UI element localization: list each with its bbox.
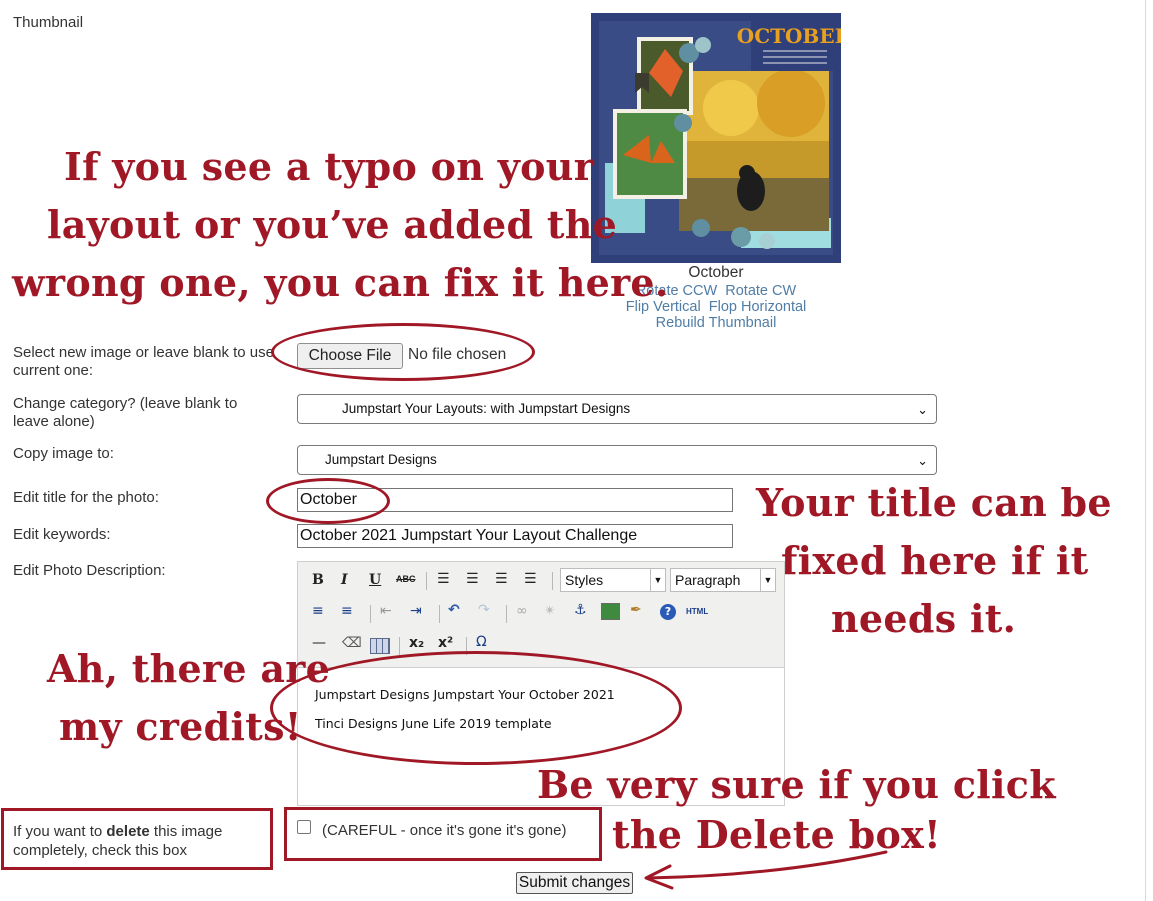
flop-horizontal-link[interactable]: Flop Horizontal (709, 299, 807, 315)
underline-icon[interactable]: U (369, 572, 381, 588)
styles-dropdown-label: Styles (565, 572, 604, 588)
format-dropdown[interactable]: Paragraph ▼ (670, 568, 776, 592)
align-justify-icon[interactable]: ☰ (524, 571, 537, 587)
submit-changes-button[interactable]: Submit changes (516, 872, 633, 894)
anchor-icon[interactable]: ⚓ (574, 602, 587, 618)
redo-icon[interactable]: ↷ (478, 602, 490, 618)
edit-keywords-label: Edit keywords: (13, 526, 111, 543)
dropdown-arrow-icon: ▼ (650, 569, 665, 591)
annotation-delete-line1: Be very sure if you click (537, 762, 1056, 807)
rebuild-thumbnail-link[interactable]: Rebuild Thumbnail (656, 315, 777, 331)
keywords-input[interactable]: October 2021 Jumpstart Your Layout Chall… (297, 524, 733, 548)
rotate-cw-link[interactable]: Rotate CW (725, 283, 796, 299)
edit-title-label: Edit title for the photo: (13, 489, 159, 506)
html-source-icon[interactable]: HTML (686, 607, 708, 616)
subscript-icon[interactable]: x₂ (409, 635, 424, 651)
indent-icon[interactable]: ⇥ (410, 603, 422, 619)
annotation-typo-line2: layout or you’ve added the (47, 202, 618, 247)
image-icon[interactable] (601, 603, 620, 620)
select-new-image-label: Select new image or leave blank to use c… (13, 344, 274, 379)
editor-toolbar: B I U ABC ☰ ☰ ☰ ☰ Styles ▼ Paragraph ▼ ≡… (298, 562, 784, 668)
unlink-icon[interactable]: ✴ (544, 603, 556, 619)
numbered-list-icon[interactable]: ≡ (341, 603, 353, 619)
dropdown-arrow-icon: ▼ (760, 569, 775, 591)
special-character-icon[interactable]: Ω (476, 634, 487, 650)
annotation-circle-credits (270, 651, 682, 765)
styles-dropdown[interactable]: Styles ▼ (560, 568, 666, 592)
copy-image-label: Copy image to: (13, 445, 114, 462)
delete-label-prefix: If you want to (13, 823, 107, 840)
chevron-down-icon: ⌄ (917, 453, 928, 468)
layout-thumbnail-image: OCTOBER (591, 13, 841, 263)
category-select-value: Jumpstart Your Layouts: with Jumpstart D… (342, 401, 631, 416)
format-dropdown-label: Paragraph (675, 572, 741, 588)
edit-description-label: Edit Photo Description: (13, 562, 166, 579)
delete-checkbox[interactable] (297, 820, 311, 834)
category-select[interactable]: Jumpstart Your Layouts: with Jumpstart D… (297, 394, 937, 424)
cleanup-icon[interactable]: ✒ (630, 602, 642, 618)
bullet-list-icon[interactable]: ≡ (312, 603, 324, 619)
change-category-label: Change category? (leave blank to leave a… (13, 395, 238, 430)
link-icon[interactable]: ∞ (516, 603, 528, 619)
copy-select-value: Jumpstart Designs (325, 452, 437, 467)
align-center-icon[interactable]: ☰ (466, 571, 479, 587)
annotation-credits-line1: Ah, there are (47, 646, 331, 691)
strikethrough-icon[interactable]: ABC (396, 574, 416, 584)
outdent-icon[interactable]: ⇤ (380, 603, 392, 619)
chevron-down-icon: ⌄ (917, 402, 928, 417)
annotation-title-line2: fixed here if it (781, 538, 1089, 583)
delete-label: If you want to delete this image complet… (13, 822, 261, 860)
annotation-typo-line3: wrong one, you can fix it here. (12, 260, 669, 305)
italic-icon[interactable]: I (341, 572, 348, 588)
superscript-icon[interactable]: x² (438, 635, 453, 651)
undo-icon[interactable]: ↶ (448, 602, 460, 618)
table-icon[interactable] (370, 638, 390, 654)
remove-format-icon[interactable]: ⌫ (342, 635, 362, 651)
page-border (1145, 0, 1146, 901)
align-left-icon[interactable]: ☰ (437, 571, 450, 587)
rebuild-link-row: Rebuild Thumbnail (591, 315, 841, 331)
thumbnail-art-title: OCTOBER (737, 24, 841, 48)
annotation-typo-line1: If you see a typo on your (64, 144, 595, 189)
annotation-title-line1: Your title can be (756, 480, 1112, 525)
annotation-arrow-icon (644, 850, 888, 890)
thumbnail-label: Thumbnail (13, 14, 84, 31)
annotation-circle-title (266, 478, 390, 524)
align-right-icon[interactable]: ☰ (495, 571, 508, 587)
help-icon[interactable]: ? (660, 604, 676, 620)
delete-checkbox-label: (CAREFUL - once it's gone it's gone) (322, 822, 567, 839)
annotation-title-line3: needs it. (831, 596, 1017, 641)
annotation-credits-line2: my credits! (59, 704, 302, 749)
delete-label-bold: delete (106, 823, 150, 840)
bold-icon[interactable]: B (312, 572, 324, 588)
annotation-circle-file (271, 323, 535, 381)
copy-image-select[interactable]: Jumpstart Designs ⌄ (297, 445, 937, 475)
